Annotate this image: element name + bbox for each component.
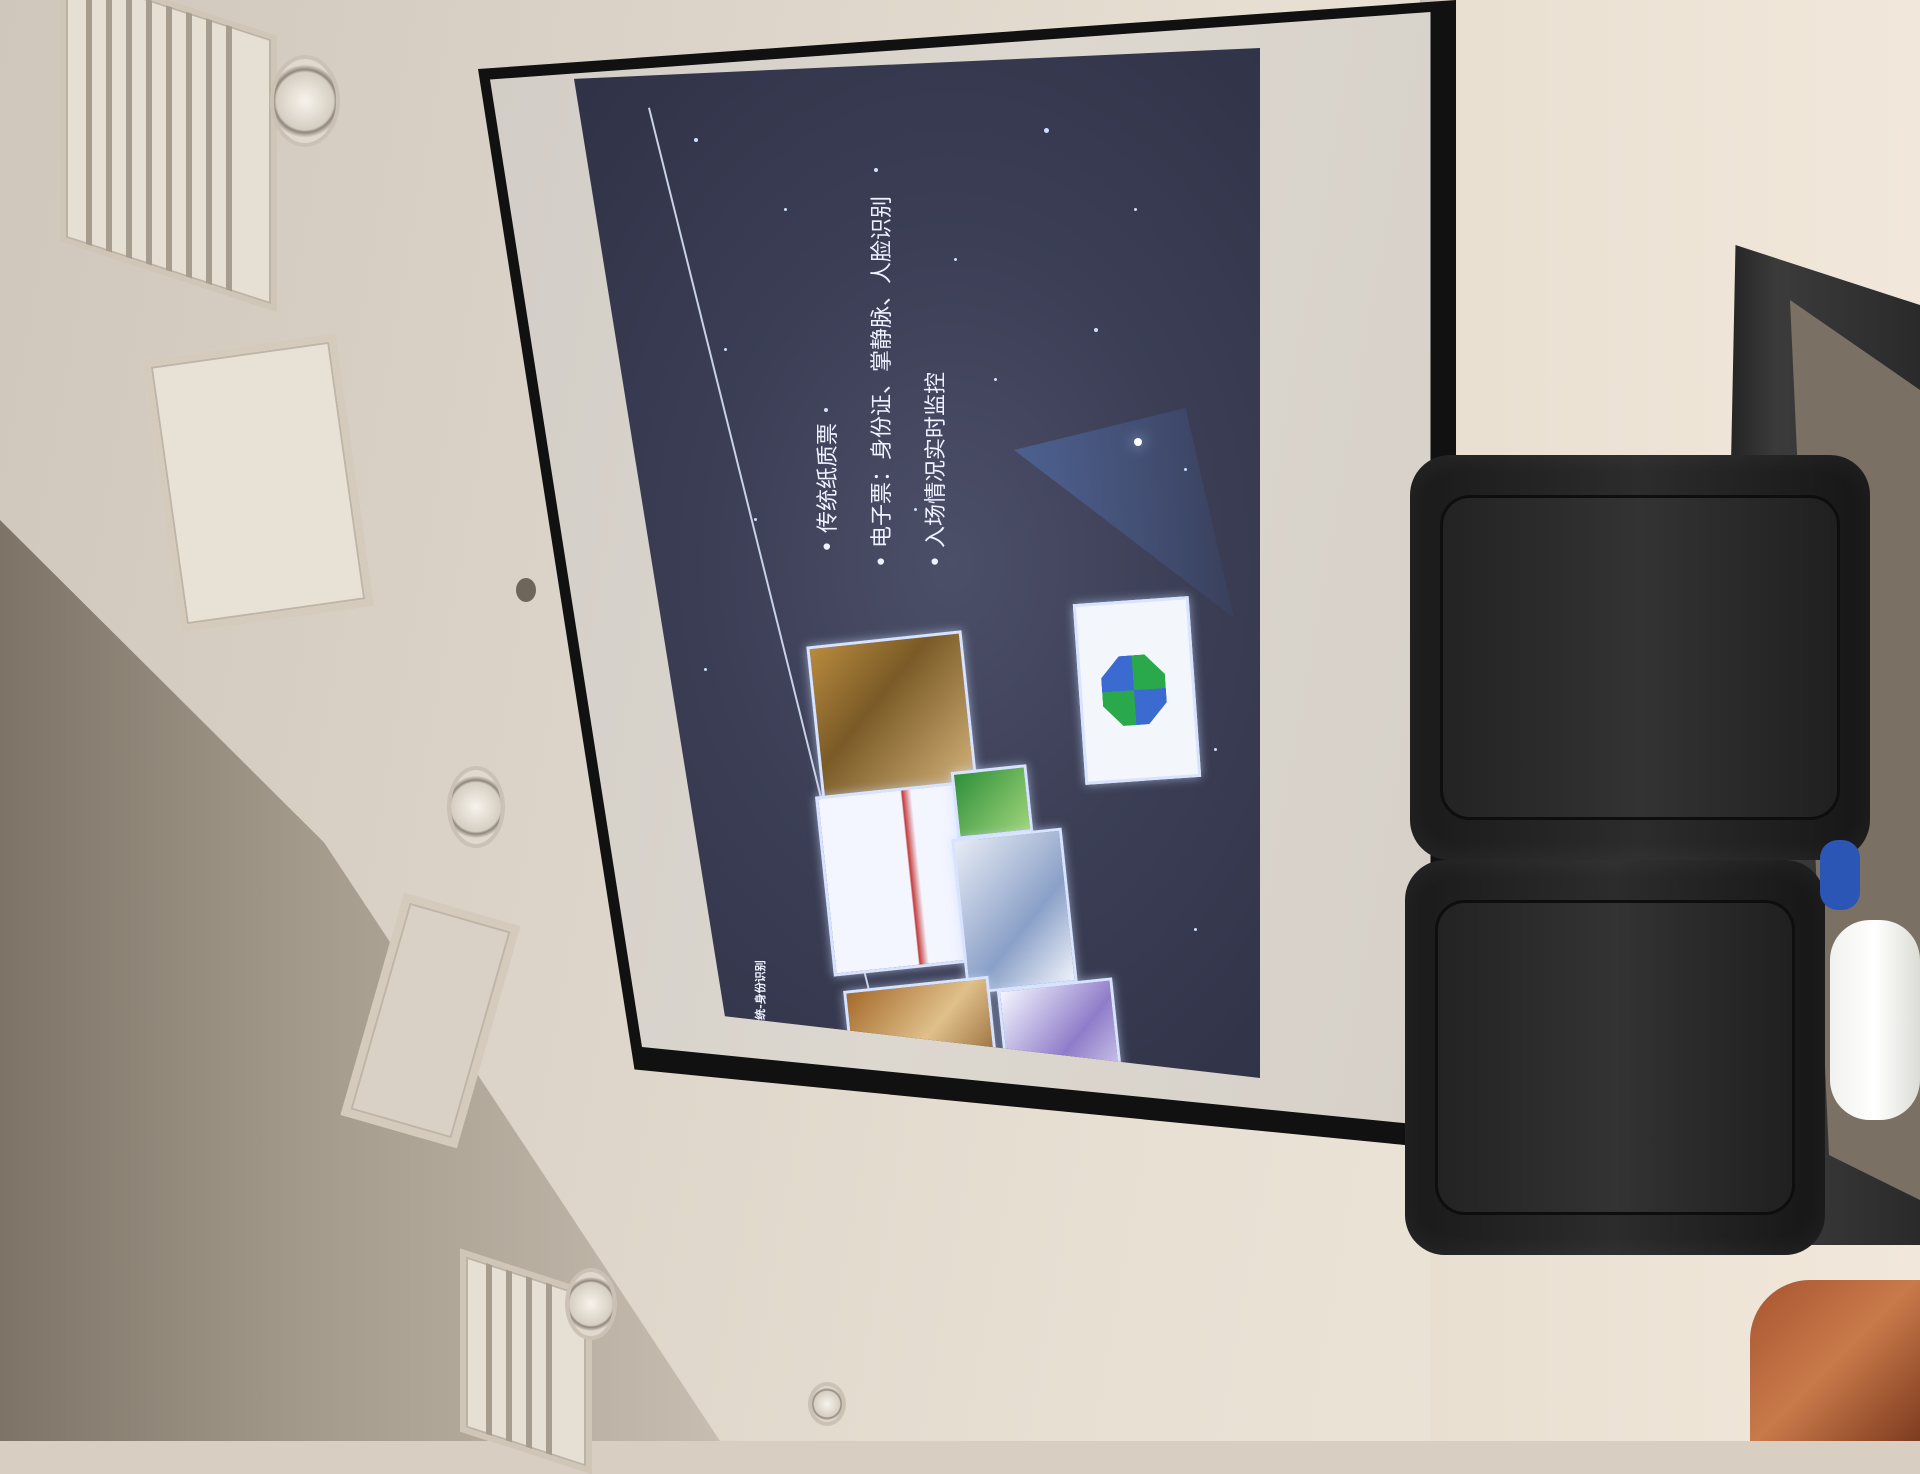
slide-bullet: • 电子票：身份证、掌静脉、人脸识别 — [864, 196, 896, 568]
downlight — [565, 1268, 617, 1340]
bullet-marker: • — [870, 555, 895, 568]
slide-seat-map — [1072, 596, 1202, 785]
leather-chair — [1405, 860, 1825, 1255]
ceiling-hook — [516, 578, 536, 602]
downlight — [270, 55, 340, 147]
slide-bullet: • 入场情况实时监控 — [918, 372, 950, 568]
slide-photo-scanner — [951, 827, 1078, 995]
downlight — [808, 1382, 846, 1426]
keys — [1820, 840, 1860, 910]
slide-decoration — [1014, 408, 1234, 618]
bullet-text: 电子票：身份证、掌静脉、人脸识别 — [870, 196, 895, 549]
stadium-seat-map-icon — [1100, 653, 1169, 727]
slide-bullet: • 传统纸质票 — [810, 423, 842, 553]
bullet-marker: • — [816, 540, 841, 553]
leather-chair — [1410, 455, 1870, 860]
paper-cup — [1830, 920, 1920, 1120]
slide-photo-phone — [950, 764, 1034, 840]
downlight — [447, 766, 505, 848]
ceiling-panel — [141, 332, 375, 634]
bullet-text: 入场情况实时监控 — [924, 372, 949, 549]
bullet-marker: • — [924, 555, 949, 568]
bullet-text: 传统纸质票 — [816, 423, 841, 534]
mug — [1750, 1280, 1920, 1441]
